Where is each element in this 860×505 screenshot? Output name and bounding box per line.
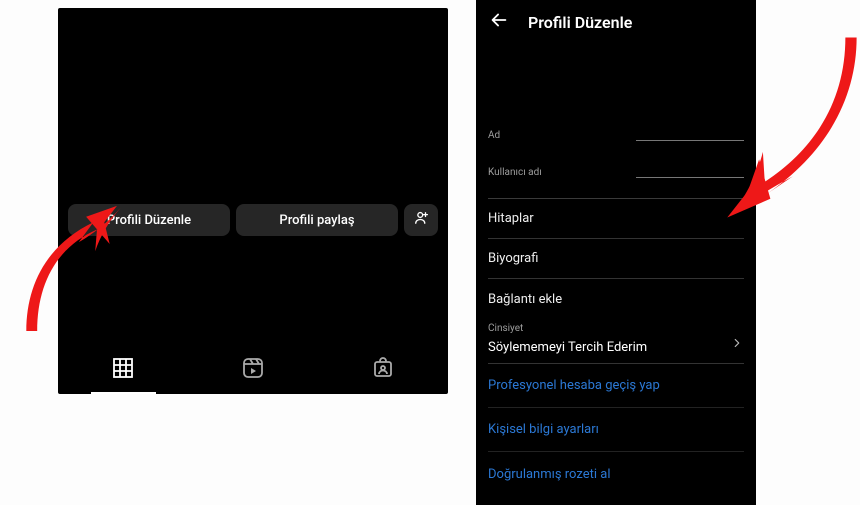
bio-field[interactable]: Biyografi bbox=[488, 239, 744, 279]
grid-icon bbox=[111, 356, 135, 384]
edit-profile-body: Ad Kullanıcı adı Hitaplar Biyografi Bağl… bbox=[476, 130, 756, 496]
profile-tabs bbox=[58, 346, 448, 394]
page-title: Profili Düzenle bbox=[528, 13, 632, 32]
back-arrow-icon[interactable] bbox=[488, 9, 510, 35]
personal-info-label: Kişisel bilgi ayarları bbox=[488, 422, 599, 437]
share-profile-button[interactable]: Profili paylaş bbox=[236, 204, 398, 236]
gender-value: Söylememeyi Tercih Ederim bbox=[488, 340, 647, 355]
gender-field[interactable]: Söylememeyi Tercih Ederim bbox=[488, 334, 744, 364]
switch-pro-label: Profesyonel hesaba geçiş yap bbox=[488, 378, 660, 393]
verified-badge-link[interactable]: Doğrulanmış rozeti al bbox=[488, 452, 744, 496]
pronouns-field[interactable]: Hitaplar bbox=[488, 199, 744, 239]
discover-people-button[interactable] bbox=[404, 204, 438, 236]
edit-profile-screen: Profili Düzenle Ad Kullanıcı adı Hitapla… bbox=[476, 0, 756, 505]
profile-action-row: Profili Düzenle Profili paylaş bbox=[68, 204, 438, 236]
edit-profile-button[interactable]: Profili Düzenle bbox=[68, 204, 230, 236]
tagged-icon bbox=[371, 356, 395, 384]
username-field[interactable]: Kullanıcı adı bbox=[488, 167, 744, 178]
pronouns-label: Hitaplar bbox=[488, 211, 534, 226]
edit-profile-header: Profili Düzenle bbox=[476, 0, 756, 44]
bio-label: Biyografi bbox=[488, 251, 538, 266]
name-field[interactable]: Ad bbox=[488, 130, 744, 141]
reels-icon bbox=[241, 356, 265, 384]
switch-pro-account-link[interactable]: Profesyonel hesaba geçiş yap bbox=[488, 364, 744, 408]
tab-tagged[interactable] bbox=[318, 346, 448, 394]
add-link-row[interactable]: Bağlantı ekle bbox=[488, 279, 744, 319]
personal-info-settings-link[interactable]: Kişisel bilgi ayarları bbox=[488, 408, 744, 452]
verified-badge-label: Doğrulanmış rozeti al bbox=[488, 467, 610, 482]
tab-posts-grid[interactable] bbox=[58, 346, 188, 394]
tab-reels[interactable] bbox=[188, 346, 318, 394]
share-profile-label: Profili paylaş bbox=[279, 213, 354, 228]
add-link-label: Bağlantı ekle bbox=[488, 292, 562, 307]
profile-screen: Profili Düzenle Profili paylaş bbox=[58, 8, 448, 394]
edit-profile-label: Profili Düzenle bbox=[107, 213, 191, 228]
chevron-right-icon bbox=[730, 336, 744, 354]
add-person-icon bbox=[412, 209, 430, 231]
gender-field-label: Cinsiyet bbox=[488, 323, 744, 334]
